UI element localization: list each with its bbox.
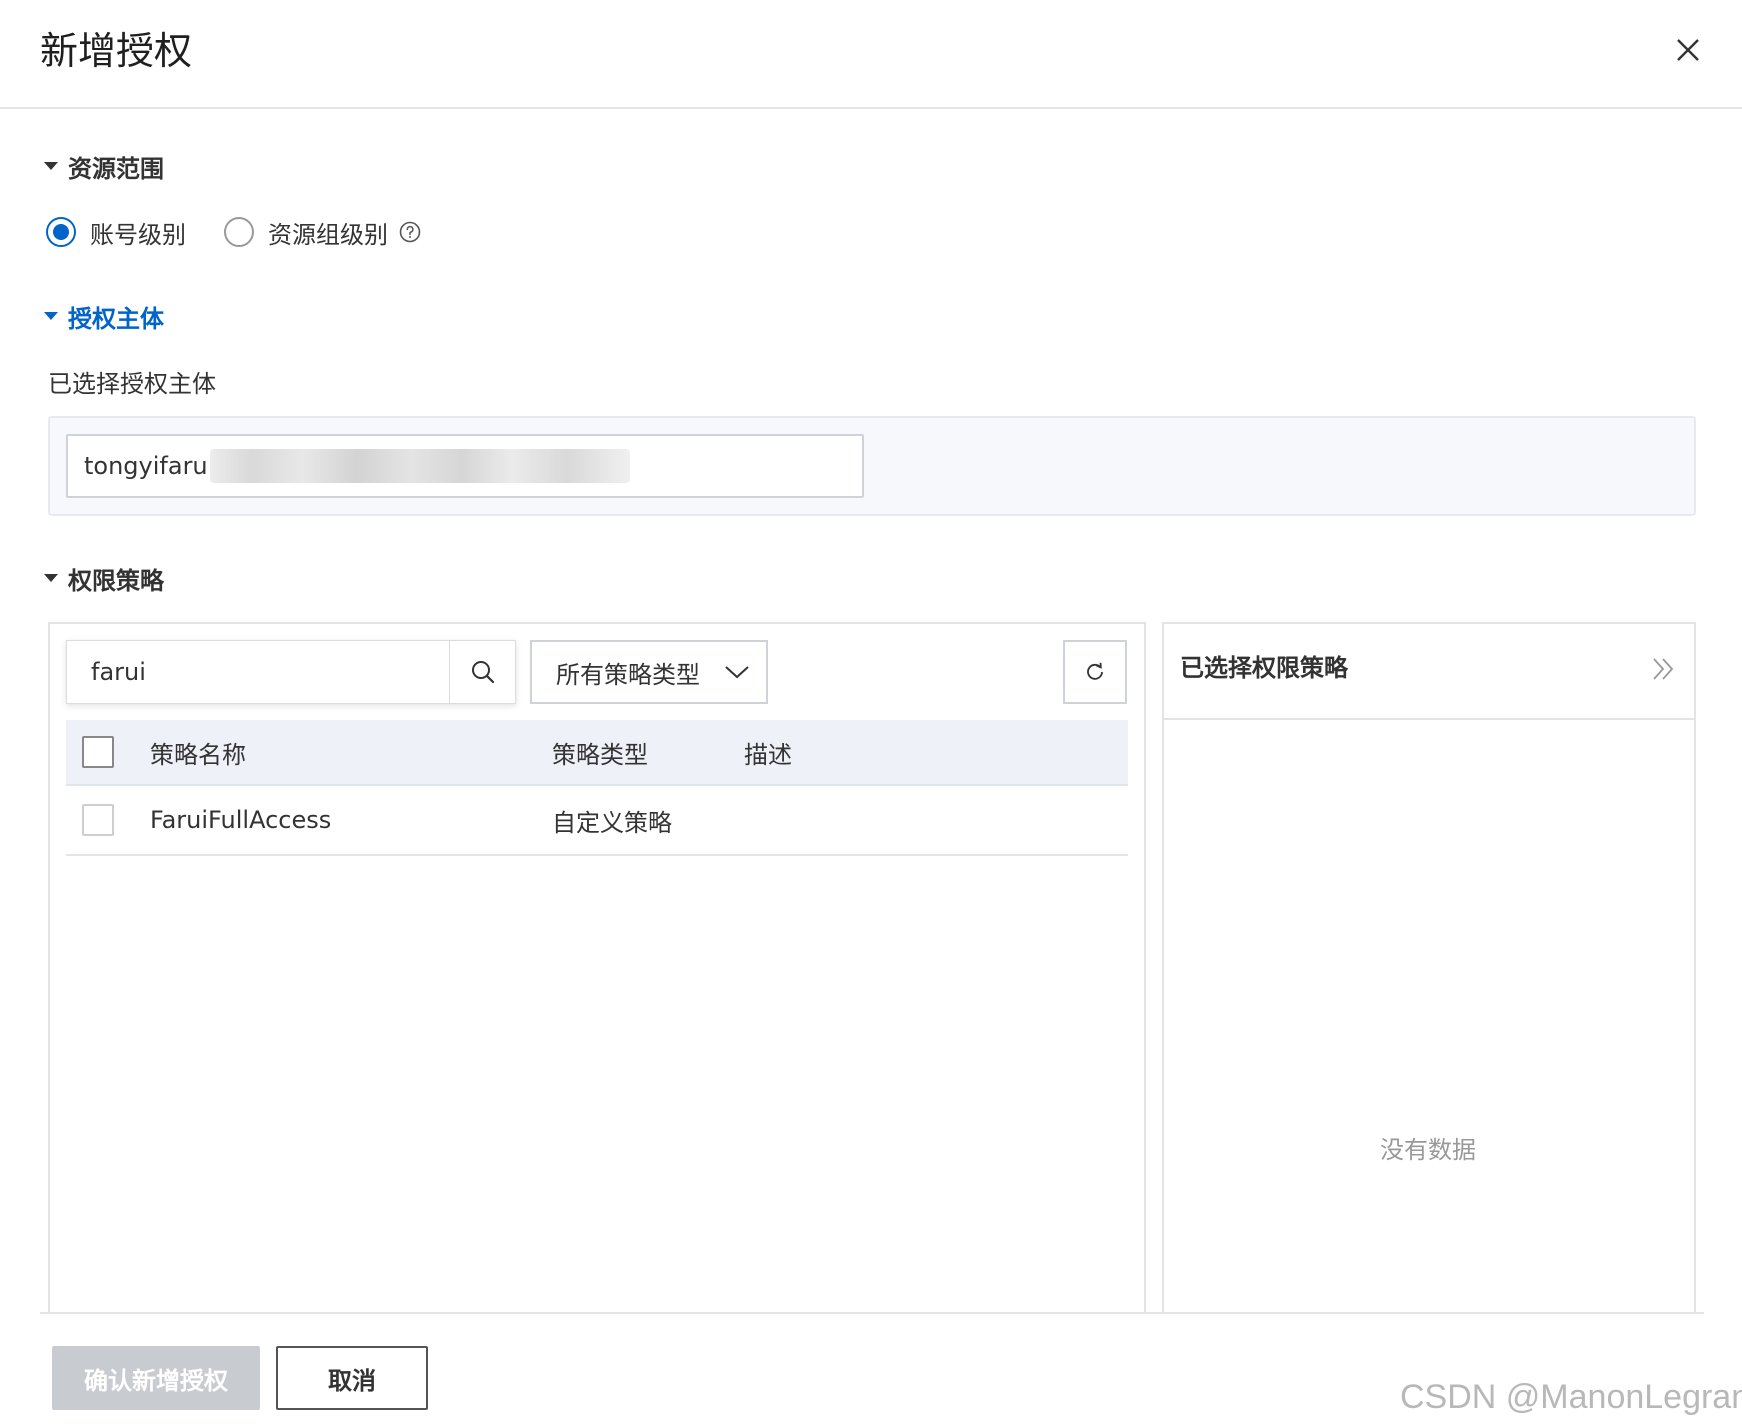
section-title: 授权主体 <box>68 304 164 333</box>
column-header-description: 描述 <box>744 740 792 769</box>
double-chevron-right-icon <box>1653 658 1674 680</box>
column-header-type[interactable]: 策略类型 <box>552 720 648 784</box>
cancel-button[interactable]: 取消 <box>276 1346 428 1410</box>
principal-value: tongyifaru <box>84 452 208 480</box>
section-title: 资源范围 <box>68 154 164 183</box>
table-header: 策略名称 策略类型 描述 <box>66 720 1128 786</box>
refresh-button[interactable] <box>1063 640 1127 704</box>
select-value: 所有策略类型 <box>556 660 700 689</box>
policy-type-select[interactable]: 所有策略类型 <box>530 640 768 704</box>
radio-resource-group-level[interactable] <box>224 217 254 247</box>
caret-down-icon <box>44 312 58 320</box>
watermark: CSDN @ManonLegrand <box>1400 1378 1742 1416</box>
dialog-title: 新增授权 <box>40 29 193 73</box>
empty-state-text: 没有数据 <box>1380 1136 1476 1164</box>
select-all-checkbox[interactable] <box>82 736 114 768</box>
radio-label: 账号级别 <box>90 220 186 249</box>
help-icon[interactable] <box>398 220 422 244</box>
column-header-name[interactable]: 策略名称 <box>150 720 246 784</box>
radio-label: 资源组级别 <box>268 220 388 249</box>
scope-radio-group: 账号级别 资源组级别 <box>46 215 422 249</box>
dialog-header <box>0 0 1742 109</box>
selected-principal-label: 已选择授权主体 <box>48 370 216 398</box>
caret-down-icon <box>44 574 58 582</box>
section-resource-scope[interactable]: 资源范围 <box>44 150 164 183</box>
redacted-text <box>209 449 630 483</box>
refresh-icon <box>1087 662 1103 680</box>
close-icon <box>1677 39 1699 61</box>
confirm-button[interactable]: 确认新增授权 <box>52 1346 260 1410</box>
selected-policies-panel <box>1162 622 1696 1312</box>
section-policy[interactable]: 权限策略 <box>44 562 164 595</box>
search-button[interactable] <box>449 641 515 703</box>
close-button[interactable] <box>1666 28 1710 72</box>
search-icon <box>471 661 494 684</box>
search-input[interactable] <box>67 641 449 703</box>
principal-field[interactable]: tongyifaru <box>66 434 864 498</box>
chevron-down-icon <box>725 666 749 679</box>
table-row[interactable]: FaruiFullAccess 自定义策略 <box>66 786 1128 856</box>
radio-account-level[interactable] <box>46 217 76 247</box>
policy-type: 自定义策略 <box>552 808 672 837</box>
expand-button[interactable] <box>1648 654 1678 684</box>
footer-divider <box>40 1312 1704 1314</box>
policy-name: FaruiFullAccess <box>150 806 332 834</box>
section-principal[interactable]: 授权主体 <box>44 300 164 333</box>
selected-panel-title: 已选择权限策略 <box>1180 654 1348 682</box>
row-checkbox[interactable] <box>82 804 114 836</box>
caret-down-icon <box>44 162 58 170</box>
policy-search <box>66 640 516 704</box>
section-title: 权限策略 <box>68 566 164 595</box>
